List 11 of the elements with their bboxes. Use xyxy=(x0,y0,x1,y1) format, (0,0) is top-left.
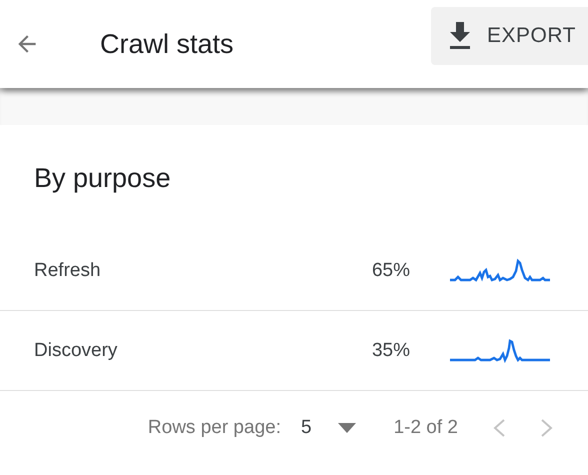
purpose-share: 35% xyxy=(370,340,410,362)
dropdown-caret-icon[interactable] xyxy=(338,423,356,433)
page-title: Crawl stats xyxy=(100,28,235,60)
rows-per-page-label: Rows per page: xyxy=(148,417,281,439)
purpose-name: Refresh xyxy=(33,260,102,282)
purpose-share: 65% xyxy=(370,260,410,282)
section-title: By purpose xyxy=(33,162,172,195)
purpose-name: Discovery xyxy=(33,340,118,362)
page-range: 1-2 of 2 xyxy=(394,417,458,439)
export-button[interactable]: EXPORT xyxy=(431,7,588,65)
rows-per-page-value[interactable]: 5 xyxy=(300,417,312,439)
